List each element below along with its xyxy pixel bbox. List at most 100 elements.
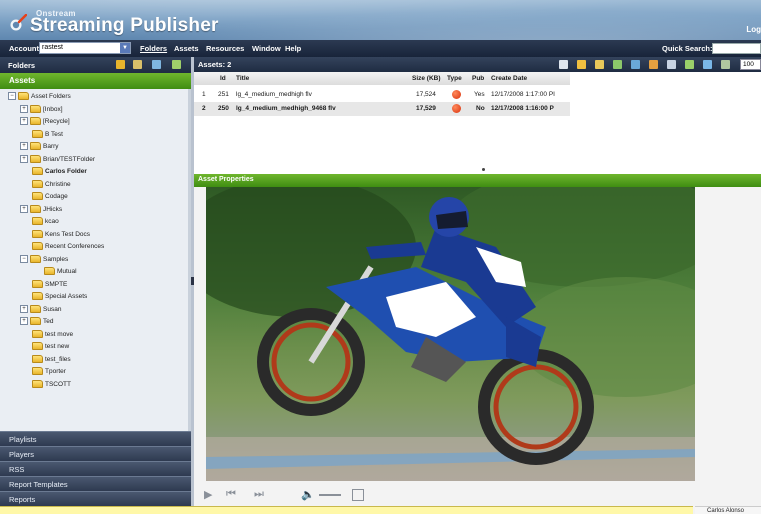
chevron-down-icon[interactable]: ▼: [120, 43, 130, 53]
folder-icon: [32, 217, 43, 226]
assets-section-header[interactable]: Assets: [0, 73, 191, 89]
folder-properties-icon[interactable]: [172, 60, 181, 69]
tree-node[interactable]: Codage: [32, 191, 68, 203]
table-row[interactable]: 2 250 lg_4_medium_medhigh_9468 flv 17,52…: [194, 102, 570, 116]
search-icon[interactable]: [667, 60, 676, 69]
expand-icon[interactable]: +: [20, 154, 28, 163]
tree-node[interactable]: + [Inbox]: [20, 104, 63, 116]
accordion-players[interactable]: Players: [0, 446, 191, 461]
player-controls: ▶ ⏮ ⏭ 🔈: [194, 484, 761, 506]
tree-node[interactable]: Kens Test Docs: [32, 229, 90, 241]
folder-icon: [32, 354, 43, 363]
tree-node[interactable]: + JHicks: [20, 204, 62, 216]
col-title[interactable]: Title: [236, 72, 249, 85]
properties-icon[interactable]: [721, 60, 730, 69]
account-select[interactable]: rastest ▼: [39, 42, 131, 54]
quick-search-input[interactable]: [712, 43, 761, 54]
collapse-icon[interactable]: −: [8, 92, 16, 101]
tree-node[interactable]: Tporter: [32, 366, 66, 378]
refresh-icon[interactable]: [152, 60, 161, 69]
folder-icon: [32, 367, 43, 376]
col-create-date[interactable]: Create Date: [491, 72, 527, 85]
logout-link[interactable]: Log: [746, 25, 761, 34]
edit-icon[interactable]: [595, 60, 604, 69]
play-icon[interactable]: ▶: [204, 488, 212, 501]
col-type[interactable]: Type: [447, 72, 462, 85]
tree-node[interactable]: − Samples: [20, 254, 68, 266]
folder-icon: [32, 279, 43, 288]
expand-icon[interactable]: +: [20, 204, 28, 213]
folder-icon: [32, 229, 43, 238]
tree-node[interactable]: + Susan: [20, 304, 61, 316]
tree-node[interactable]: Mutual: [44, 266, 77, 278]
fullscreen-icon[interactable]: [352, 489, 364, 501]
asset-properties-header[interactable]: Asset Properties: [194, 174, 761, 187]
fast-forward-icon[interactable]: ⏭: [254, 488, 264, 501]
col-pub[interactable]: Pub: [472, 72, 484, 85]
tree-node[interactable]: B Test: [32, 129, 63, 141]
new-folder-icon[interactable]: [116, 60, 125, 69]
cell-id: 251: [218, 91, 229, 98]
accordion-rss[interactable]: RSS: [0, 461, 191, 476]
tree-node[interactable]: + Ted: [20, 316, 53, 328]
folder-icon: [18, 92, 29, 101]
rewind-icon[interactable]: ⏮: [226, 488, 236, 501]
tree-node[interactable]: kcao: [32, 216, 59, 228]
folder-icon: [32, 379, 43, 388]
tree-node[interactable]: + [Recycle]: [20, 116, 70, 128]
expand-icon[interactable]: +: [20, 142, 28, 151]
tree-node[interactable]: test new: [32, 341, 69, 353]
tree-node-label: TSCOTT: [45, 380, 71, 388]
tree-node[interactable]: Recent Conferences: [32, 241, 104, 253]
volume-icon[interactable]: 🔈: [301, 488, 315, 501]
download-icon[interactable]: [685, 60, 694, 69]
tree-node[interactable]: test_files: [32, 354, 71, 366]
menu-help[interactable]: Help: [285, 44, 301, 53]
new-asset-icon[interactable]: [559, 60, 568, 69]
folders-title: Folders: [8, 61, 36, 70]
accordion-report-templates[interactable]: Report Templates: [0, 476, 191, 491]
cell-create-date: 12/17/2008 1:17:00 PI: [491, 91, 555, 98]
table-row[interactable]: 1 251 lg_4_medium_medhigh flv 17,524 Yes…: [194, 88, 570, 102]
expand-icon[interactable]: +: [20, 317, 28, 326]
tree-node[interactable]: + Barry: [20, 141, 59, 153]
tree-node[interactable]: Special Assets: [32, 291, 87, 303]
menu-window[interactable]: Window: [252, 44, 281, 53]
tree-node[interactable]: Carlos Folder: [32, 166, 87, 178]
splitter-grip[interactable]: [482, 168, 485, 171]
expand-icon[interactable]: +: [20, 304, 28, 313]
publish-icon[interactable]: [613, 60, 622, 69]
tree-node[interactable]: TSCOTT: [32, 379, 71, 391]
folder-icon: [32, 179, 43, 188]
collapse-icon[interactable]: −: [20, 254, 28, 263]
page-size-select[interactable]: 100: [740, 59, 761, 70]
tree-node[interactable]: − Asset Folders: [8, 91, 71, 103]
open-folder-icon[interactable]: [133, 60, 142, 69]
share-icon[interactable]: [631, 60, 640, 69]
volume-slider[interactable]: [319, 494, 341, 496]
tree-node[interactable]: Christine: [32, 179, 71, 191]
tree-node[interactable]: SMPTE: [32, 279, 67, 291]
menu-folders[interactable]: Folders: [140, 44, 167, 53]
menu-assets[interactable]: Assets: [174, 44, 199, 53]
menu-resources[interactable]: Resources: [206, 44, 244, 53]
move-icon[interactable]: [649, 60, 658, 69]
col-size[interactable]: Size (KB): [412, 72, 441, 85]
accordion-playlists[interactable]: Playlists: [0, 431, 191, 446]
col-id[interactable]: Id: [220, 72, 226, 85]
expand-icon[interactable]: +: [20, 117, 28, 126]
video-preview[interactable]: [206, 187, 695, 481]
expand-icon[interactable]: +: [20, 104, 28, 113]
motocross-preview-image: [206, 187, 695, 481]
tree-node-label: [Inbox]: [43, 105, 63, 113]
upload-icon[interactable]: [577, 60, 586, 69]
tree-node[interactable]: test move: [32, 329, 73, 341]
cell-pub: Yes: [474, 91, 485, 98]
tree-node-label: Kens Test Docs: [45, 230, 91, 238]
folder-icon: [30, 154, 41, 163]
tree-node-label: kcao: [45, 218, 59, 225]
refresh-list-icon[interactable]: [703, 60, 712, 69]
accordion-reports[interactable]: Reports: [0, 491, 191, 506]
tree-node[interactable]: + Brian/TESTFolder: [20, 154, 95, 166]
grid-splitter[interactable]: [194, 168, 761, 173]
